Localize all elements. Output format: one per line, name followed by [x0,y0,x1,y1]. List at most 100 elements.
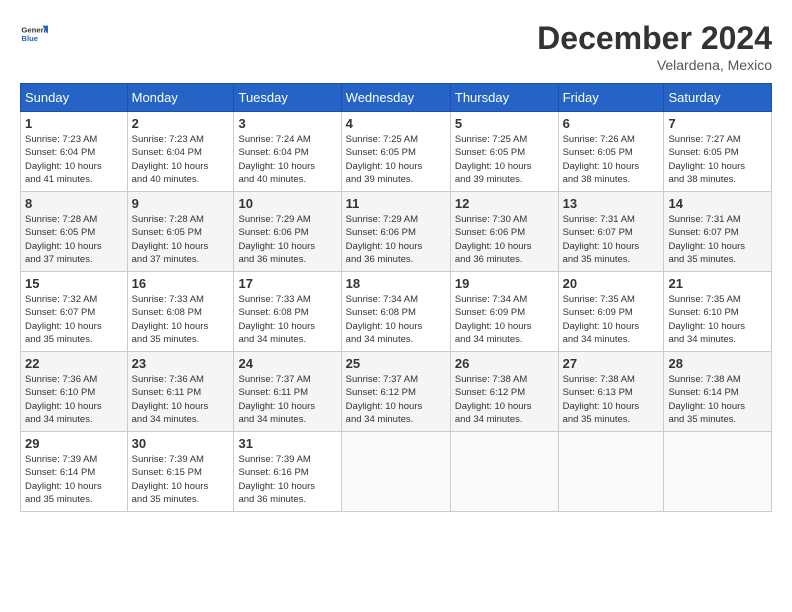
day-info: Sunrise: 7:29 AMSunset: 6:06 PMDaylight:… [346,213,446,266]
calendar-cell [450,432,558,512]
day-number: 24 [238,356,336,371]
day-number: 16 [132,276,230,291]
calendar-cell: 1 Sunrise: 7:23 AMSunset: 6:04 PMDaylight… [21,112,128,192]
calendar-cell: 11Sunrise: 7:29 AMSunset: 6:06 PMDayligh… [341,192,450,272]
day-info: Sunrise: 7:36 AMSunset: 6:11 PMDaylight:… [132,373,230,426]
calendar-cell: 30 Sunrise: 7:39 AMSunset: 6:15 PMDayligh… [127,432,234,512]
day-number: 27 [563,356,660,371]
calendar-cell: 25 Sunrise: 7:37 AMSunset: 6:12 PMDayligh… [341,352,450,432]
day-info: Sunrise: 7:39 AMSunset: 6:14 PMDaylight:… [25,453,123,506]
day-number: 29 [25,436,123,451]
day-info: Sunrise: 7:31 AMSunset: 6:07 PMDaylight:… [563,213,660,266]
calendar-cell: 22Sunrise: 7:36 AMSunset: 6:10 PMDayligh… [21,352,128,432]
calendar-cell: 13 Sunrise: 7:31 AMSunset: 6:07 PMDayligh… [558,192,664,272]
day-number: 17 [238,276,336,291]
calendar-cell [558,432,664,512]
calendar-cell: 29 Sunrise: 7:39 AMSunset: 6:14 PMDayligh… [21,432,128,512]
calendar-cell: 14Sunrise: 7:31 AMSunset: 6:07 PMDayligh… [664,192,772,272]
calendar-cell: 27 Sunrise: 7:38 AMSunset: 6:13 PMDayligh… [558,352,664,432]
calendar-cell: 7Sunrise: 7:27 AMSunset: 6:05 PMDaylight… [664,112,772,192]
day-number: 4 [346,116,446,131]
calendar-week-row: 29 Sunrise: 7:39 AMSunset: 6:14 PMDayligh… [21,432,772,512]
day-of-week-header: Sunday [21,84,128,112]
calendar-cell: 9 Sunrise: 7:28 AMSunset: 6:05 PMDaylight… [127,192,234,272]
day-number: 30 [132,436,230,451]
day-info: Sunrise: 7:36 AMSunset: 6:10 PMDaylight:… [25,373,123,426]
calendar-header-row: SundayMondayTuesdayWednesdayThursdayFrid… [21,84,772,112]
calendar-cell: 31 Sunrise: 7:39 AMSunset: 6:16 PMDayligh… [234,432,341,512]
title-block: December 2024 Velardena, Mexico [537,20,772,73]
day-number: 12 [455,196,554,211]
day-of-week-header: Monday [127,84,234,112]
day-number: 2 [132,116,230,131]
day-info: Sunrise: 7:24 AMSunset: 6:04 PMDaylight:… [238,133,336,186]
day-number: 15 [25,276,123,291]
calendar-cell: 5 Sunrise: 7:25 AMSunset: 6:05 PMDaylight… [450,112,558,192]
day-info: Sunrise: 7:38 AMSunset: 6:12 PMDaylight:… [455,373,554,426]
calendar-cell: 15 Sunrise: 7:32 AMSunset: 6:07 PMDayligh… [21,272,128,352]
day-number: 19 [455,276,554,291]
calendar-table: SundayMondayTuesdayWednesdayThursdayFrid… [20,83,772,512]
day-info: Sunrise: 7:30 AMSunset: 6:06 PMDaylight:… [455,213,554,266]
calendar-cell: 10Sunrise: 7:29 AMSunset: 6:06 PMDayligh… [234,192,341,272]
day-info: Sunrise: 7:25 AMSunset: 6:05 PMDaylight:… [455,133,554,186]
day-info: Sunrise: 7:33 AMSunset: 6:08 PMDaylight:… [238,293,336,346]
calendar-cell: 23 Sunrise: 7:36 AMSunset: 6:11 PMDayligh… [127,352,234,432]
calendar-cell: 3 Sunrise: 7:24 AMSunset: 6:04 PMDaylight… [234,112,341,192]
day-number: 20 [563,276,660,291]
day-info: Sunrise: 7:38 AMSunset: 6:13 PMDaylight:… [563,373,660,426]
day-info: Sunrise: 7:25 AMSunset: 6:05 PMDaylight:… [346,133,446,186]
day-info: Sunrise: 7:23 AMSunset: 6:04 PMDaylight:… [132,133,230,186]
calendar-cell: 4 Sunrise: 7:25 AMSunset: 6:05 PMDaylight… [341,112,450,192]
calendar-cell: 6Sunrise: 7:26 AMSunset: 6:05 PMDaylight… [558,112,664,192]
calendar-cell: 18 Sunrise: 7:34 AMSunset: 6:08 PMDayligh… [341,272,450,352]
day-number: 28 [668,356,767,371]
logo: General Blue [20,20,52,48]
day-of-week-header: Tuesday [234,84,341,112]
day-info: Sunrise: 7:37 AMSunset: 6:12 PMDaylight:… [346,373,446,426]
day-number: 1 [25,116,123,131]
day-number: 23 [132,356,230,371]
day-of-week-header: Thursday [450,84,558,112]
day-number: 10 [238,196,336,211]
day-info: Sunrise: 7:23 AMSunset: 6:04 PMDaylight:… [25,133,123,186]
day-number: 21 [668,276,767,291]
day-number: 18 [346,276,446,291]
day-number: 13 [563,196,660,211]
day-number: 3 [238,116,336,131]
logo-icon: General Blue [20,20,48,48]
day-number: 31 [238,436,336,451]
day-info: Sunrise: 7:39 AMSunset: 6:15 PMDaylight:… [132,453,230,506]
day-info: Sunrise: 7:39 AMSunset: 6:16 PMDaylight:… [238,453,336,506]
calendar-cell: 2 Sunrise: 7:23 AMSunset: 6:04 PMDaylight… [127,112,234,192]
location: Velardena, Mexico [537,57,772,73]
calendar-week-row: 15 Sunrise: 7:32 AMSunset: 6:07 PMDayligh… [21,272,772,352]
day-number: 8 [25,196,123,211]
day-of-week-header: Friday [558,84,664,112]
calendar-cell: 12 Sunrise: 7:30 AMSunset: 6:06 PMDayligh… [450,192,558,272]
day-number: 9 [132,196,230,211]
day-number: 14 [668,196,767,211]
day-info: Sunrise: 7:35 AMSunset: 6:10 PMDaylight:… [668,293,767,346]
day-info: Sunrise: 7:33 AMSunset: 6:08 PMDaylight:… [132,293,230,346]
calendar-cell: 26 Sunrise: 7:38 AMSunset: 6:12 PMDayligh… [450,352,558,432]
day-number: 5 [455,116,554,131]
day-info: Sunrise: 7:28 AMSunset: 6:05 PMDaylight:… [132,213,230,266]
day-of-week-header: Wednesday [341,84,450,112]
calendar-cell [341,432,450,512]
calendar-week-row: 22Sunrise: 7:36 AMSunset: 6:10 PMDayligh… [21,352,772,432]
day-number: 25 [346,356,446,371]
calendar-cell [664,432,772,512]
day-info: Sunrise: 7:34 AMSunset: 6:08 PMDaylight:… [346,293,446,346]
calendar-cell: 21 Sunrise: 7:35 AMSunset: 6:10 PMDayligh… [664,272,772,352]
month-title: December 2024 [537,20,772,57]
calendar-cell: 16 Sunrise: 7:33 AMSunset: 6:08 PMDayligh… [127,272,234,352]
day-info: Sunrise: 7:28 AMSunset: 6:05 PMDaylight:… [25,213,123,266]
day-info: Sunrise: 7:32 AMSunset: 6:07 PMDaylight:… [25,293,123,346]
calendar-cell: 8 Sunrise: 7:28 AMSunset: 6:05 PMDaylight… [21,192,128,272]
day-info: Sunrise: 7:34 AMSunset: 6:09 PMDaylight:… [455,293,554,346]
day-number: 26 [455,356,554,371]
day-info: Sunrise: 7:35 AMSunset: 6:09 PMDaylight:… [563,293,660,346]
day-info: Sunrise: 7:27 AMSunset: 6:05 PMDaylight:… [668,133,767,186]
day-info: Sunrise: 7:38 AMSunset: 6:14 PMDaylight:… [668,373,767,426]
